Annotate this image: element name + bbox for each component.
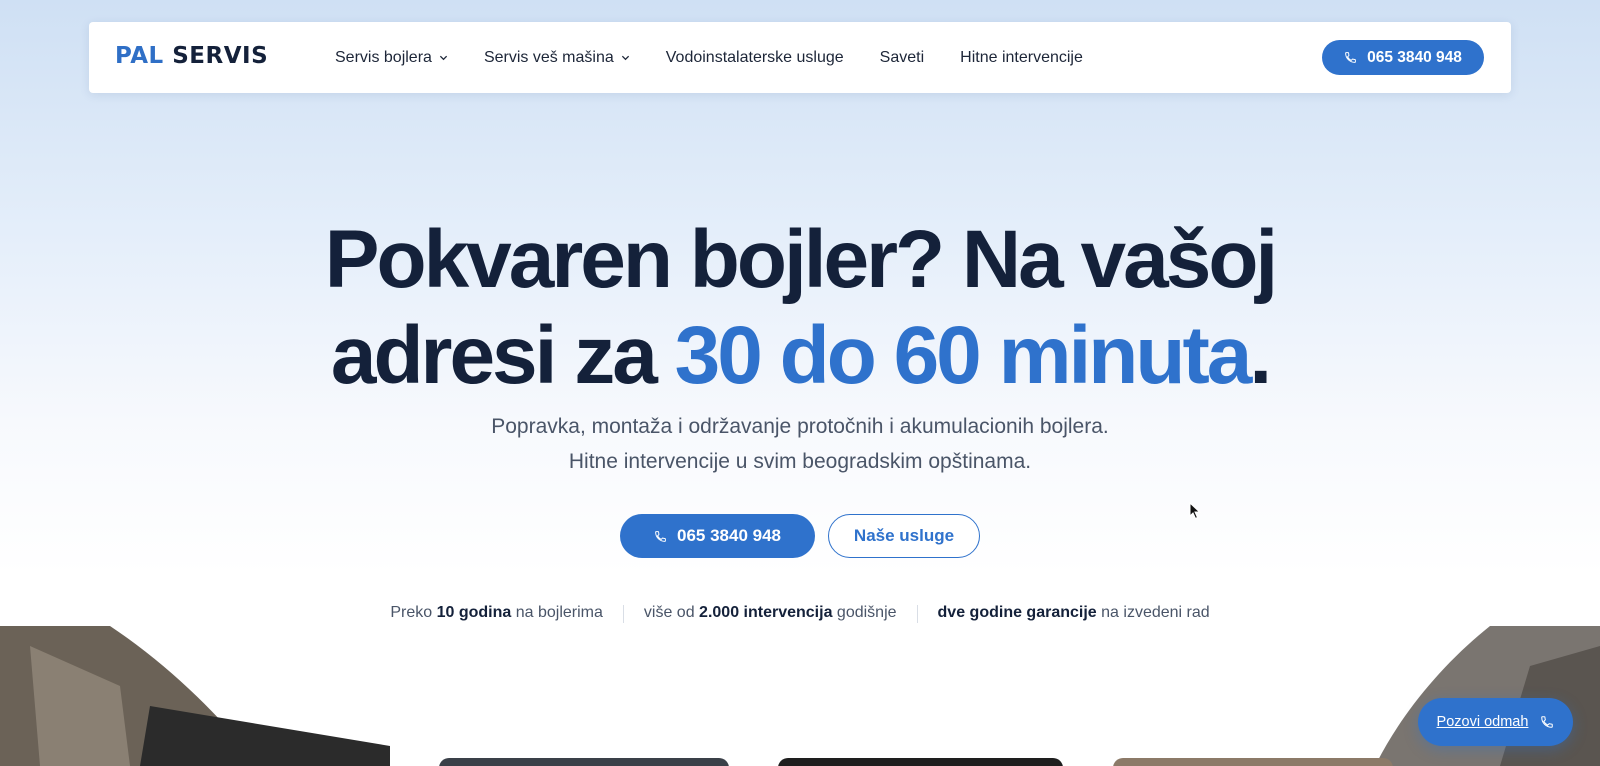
stat-bold: 10 godina: [436, 604, 512, 621]
header-call-label: 065 3840 948: [1367, 48, 1462, 66]
hero-title-line-1: Pokvaren bojler? Na vašoj: [324, 214, 1278, 305]
nav-item-label: Hitne intervencije: [960, 48, 1083, 66]
stats-bar: Preko 10 godina na bojlerima više od 2.0…: [0, 604, 1600, 623]
hero-title-line-2-start: adresi za: [330, 310, 658, 401]
logo[interactable]: PAL SERVIS: [115, 43, 268, 69]
header-call-button[interactable]: 065 3840 948: [1322, 40, 1484, 75]
mouse-cursor-icon: [1189, 502, 1201, 520]
hero-call-label: 065 3840 948: [677, 526, 781, 545]
chevron-down-icon: [621, 55, 629, 61]
hero-call-button[interactable]: 065 3840 948: [620, 514, 815, 558]
gallery-photo: [1113, 758, 1393, 766]
gallery-photo: [778, 758, 1063, 766]
hero-title-end: .: [1249, 310, 1272, 401]
stat-bold: 2.000 intervencija: [699, 604, 833, 621]
hero-subtitle: Popravka, montaža i održavanje protočnih…: [0, 409, 1600, 479]
hero-title: Pokvaren bojler? Na vašoj adresi za 30 d…: [0, 212, 1600, 404]
nav-item-label: Servis veš mašina: [483, 48, 614, 66]
stat-bold: dve godine garancije: [937, 604, 1097, 621]
nav-item-hitne-intervencije[interactable]: Hitne intervencije: [960, 49, 1083, 67]
nav-item-servis-bojlera[interactable]: Servis bojlera: [335, 49, 448, 67]
nav-item-label: Vodoinstalaterske usluge: [665, 48, 844, 66]
hero-title-line-2: adresi za 30 do 60 minuta.: [0, 308, 1600, 404]
hero-subtitle-line-1: Popravka, montaža i održavanje protočnih…: [491, 415, 1109, 438]
stat-post: na bojlerima: [515, 604, 603, 621]
stat-pre: Preko: [390, 604, 433, 621]
stat-post: na izvedeni rad: [1101, 604, 1210, 621]
chevron-down-icon: [439, 55, 448, 61]
stat-post: godišnje: [836, 604, 897, 621]
stat-pre: više od: [643, 604, 695, 621]
photo-gallery: [0, 626, 1600, 766]
nav-item-saveti[interactable]: Saveti: [880, 49, 924, 67]
nav-item-label: Servis bojlera: [335, 48, 432, 66]
phone-icon: [1541, 716, 1554, 728]
stat-item: više od 2.000 intervencija godišnje: [624, 604, 917, 623]
nav-item-vodoinstalaterske-usluge[interactable]: Vodoinstalaterske usluge: [666, 49, 844, 67]
hero-subtitle-line-2: Hitne intervencije u svim beogradskim op…: [568, 450, 1032, 473]
hero-title-highlight: 30 do 60 minuta: [674, 310, 1253, 401]
gallery-backdrop: [0, 626, 1600, 766]
floating-call-label: Pozovi odmah: [1436, 714, 1529, 730]
phone-icon: [655, 530, 666, 542]
services-button[interactable]: Naše usluge: [828, 514, 980, 558]
main-nav: Servis bojlera Servis veš mašina Vodoins…: [335, 22, 1119, 93]
site-header: PAL SERVIS Servis bojlera Servis veš maš…: [89, 22, 1511, 93]
nav-item-servis-ves-masina[interactable]: Servis veš mašina: [484, 49, 630, 67]
logo-part-1: PAL: [115, 43, 164, 69]
floating-call-button[interactable]: Pozovi odmah: [1418, 698, 1573, 746]
services-button-label: Naše usluge: [853, 526, 955, 545]
phone-icon: [1345, 52, 1356, 63]
nav-item-label: Saveti: [879, 48, 925, 66]
logo-part-2: SERVIS: [172, 43, 269, 69]
stat-item: dve godine garancije na izvedeni rad: [918, 604, 1230, 623]
gallery-photo: [439, 758, 729, 766]
stat-item: Preko 10 godina na bojlerima: [370, 604, 623, 623]
